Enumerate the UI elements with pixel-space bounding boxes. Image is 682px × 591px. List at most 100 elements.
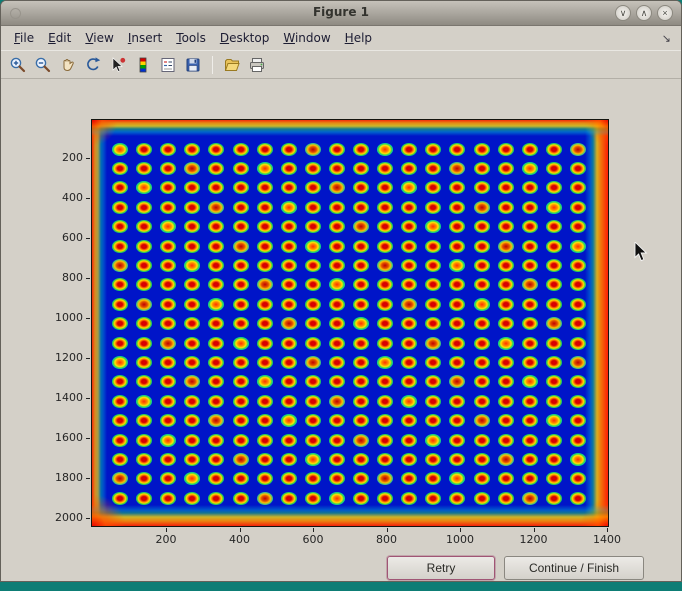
- menu-item-tools[interactable]: Tools: [169, 28, 213, 48]
- zoom-out-button[interactable]: [31, 53, 55, 76]
- heat-dot: [425, 162, 441, 175]
- heat-dot: [425, 298, 441, 311]
- heat-dot: [474, 259, 490, 272]
- dock-figure-icon[interactable]: ↘: [658, 32, 675, 45]
- heat-dot: [208, 201, 224, 214]
- heat-dot: [353, 220, 369, 233]
- x-tick-label: 1400: [582, 533, 632, 546]
- heat-dot: [305, 317, 321, 330]
- heat-dot: [498, 317, 514, 330]
- heat-dot: [136, 395, 152, 408]
- heat-dot: [474, 337, 490, 350]
- heat-dot: [474, 472, 490, 485]
- heat-dot: [353, 317, 369, 330]
- zoom-in-button[interactable]: [6, 53, 30, 76]
- heat-dot: [329, 375, 345, 388]
- heat-dot: [329, 220, 345, 233]
- menu-item-insert[interactable]: Insert: [121, 28, 169, 48]
- print-button[interactable]: [245, 53, 269, 76]
- menu-item-desktop[interactable]: Desktop: [213, 28, 277, 48]
- heat-dot: [257, 434, 273, 447]
- heat-dot: [257, 143, 273, 156]
- x-tick-mark: [240, 528, 241, 532]
- heat-dot: [401, 317, 417, 330]
- heat-dot: [136, 181, 152, 194]
- rotate-3d-button[interactable]: [81, 53, 105, 76]
- open-button[interactable]: [220, 53, 244, 76]
- heat-dot: [233, 395, 249, 408]
- heat-dot: [329, 298, 345, 311]
- heat-dot: [184, 337, 200, 350]
- heat-dot: [570, 259, 586, 272]
- maximize-button[interactable]: ∧: [636, 5, 652, 21]
- heat-dot: [522, 434, 538, 447]
- heat-dot: [449, 220, 465, 233]
- menu-item-window[interactable]: Window: [276, 28, 337, 48]
- close-button[interactable]: ×: [657, 5, 673, 21]
- continue-finish-button[interactable]: Continue / Finish: [504, 556, 644, 580]
- heat-dot: [305, 201, 321, 214]
- heat-dot: [546, 375, 562, 388]
- title-bar[interactable]: Figure 1 ∨ ∧ ×: [1, 1, 681, 26]
- menu-item-view[interactable]: View: [78, 28, 120, 48]
- heat-dot: [208, 472, 224, 485]
- legend-button[interactable]: [156, 53, 180, 76]
- heat-dot: [546, 181, 562, 194]
- heat-dot: [377, 240, 393, 253]
- heat-dot: [474, 434, 490, 447]
- heat-dot: [522, 337, 538, 350]
- heat-dot: [425, 414, 441, 427]
- heat-dot: [353, 472, 369, 485]
- print-icon: [248, 56, 266, 74]
- heat-dot: [570, 434, 586, 447]
- heat-dot: [570, 414, 586, 427]
- heat-dot: [522, 395, 538, 408]
- heat-dot: [401, 240, 417, 253]
- heat-dot: [184, 434, 200, 447]
- menu-item-help[interactable]: Help: [338, 28, 379, 48]
- shade-button[interactable]: ∨: [615, 5, 631, 21]
- x-tick-mark: [460, 528, 461, 532]
- heat-dot: [474, 356, 490, 369]
- heat-dot: [522, 259, 538, 272]
- heat-dot: [570, 492, 586, 505]
- heat-dot: [281, 298, 297, 311]
- menu-item-edit[interactable]: Edit: [41, 28, 78, 48]
- heat-dot: [305, 414, 321, 427]
- heat-dot: [305, 220, 321, 233]
- heatmap-image[interactable]: [91, 119, 609, 527]
- heat-dot: [449, 337, 465, 350]
- heat-dot: [208, 278, 224, 291]
- heat-dot: [498, 375, 514, 388]
- figure-canvas: 2004006008001000120014001600180020002004…: [1, 80, 681, 581]
- heat-dot: [425, 434, 441, 447]
- heat-dot: [377, 298, 393, 311]
- heat-dot: [546, 220, 562, 233]
- heat-dot: [522, 220, 538, 233]
- save-button[interactable]: [181, 53, 205, 76]
- heat-dot: [233, 414, 249, 427]
- heat-dot: [136, 356, 152, 369]
- heat-dot: [522, 375, 538, 388]
- x-tick-label: 200: [141, 533, 191, 546]
- heat-dot: [305, 143, 321, 156]
- y-tick-mark: [86, 318, 90, 319]
- heat-dot: [474, 240, 490, 253]
- y-tick-mark: [86, 198, 90, 199]
- heat-dot: [449, 259, 465, 272]
- heat-dot: [136, 298, 152, 311]
- heat-dot: [305, 240, 321, 253]
- heat-dot: [377, 201, 393, 214]
- retry-button[interactable]: Retry: [387, 556, 495, 580]
- heat-dot: [377, 375, 393, 388]
- heat-dot: [425, 356, 441, 369]
- data-cursor-button[interactable]: [106, 53, 130, 76]
- heat-dot: [208, 143, 224, 156]
- heat-dot: [257, 201, 273, 214]
- menu-item-file[interactable]: File: [7, 28, 41, 48]
- colorbar-button[interactable]: [131, 53, 155, 76]
- heat-dot: [305, 472, 321, 485]
- pan-button[interactable]: [56, 53, 80, 76]
- heat-dot: [401, 162, 417, 175]
- heat-dot: [112, 181, 128, 194]
